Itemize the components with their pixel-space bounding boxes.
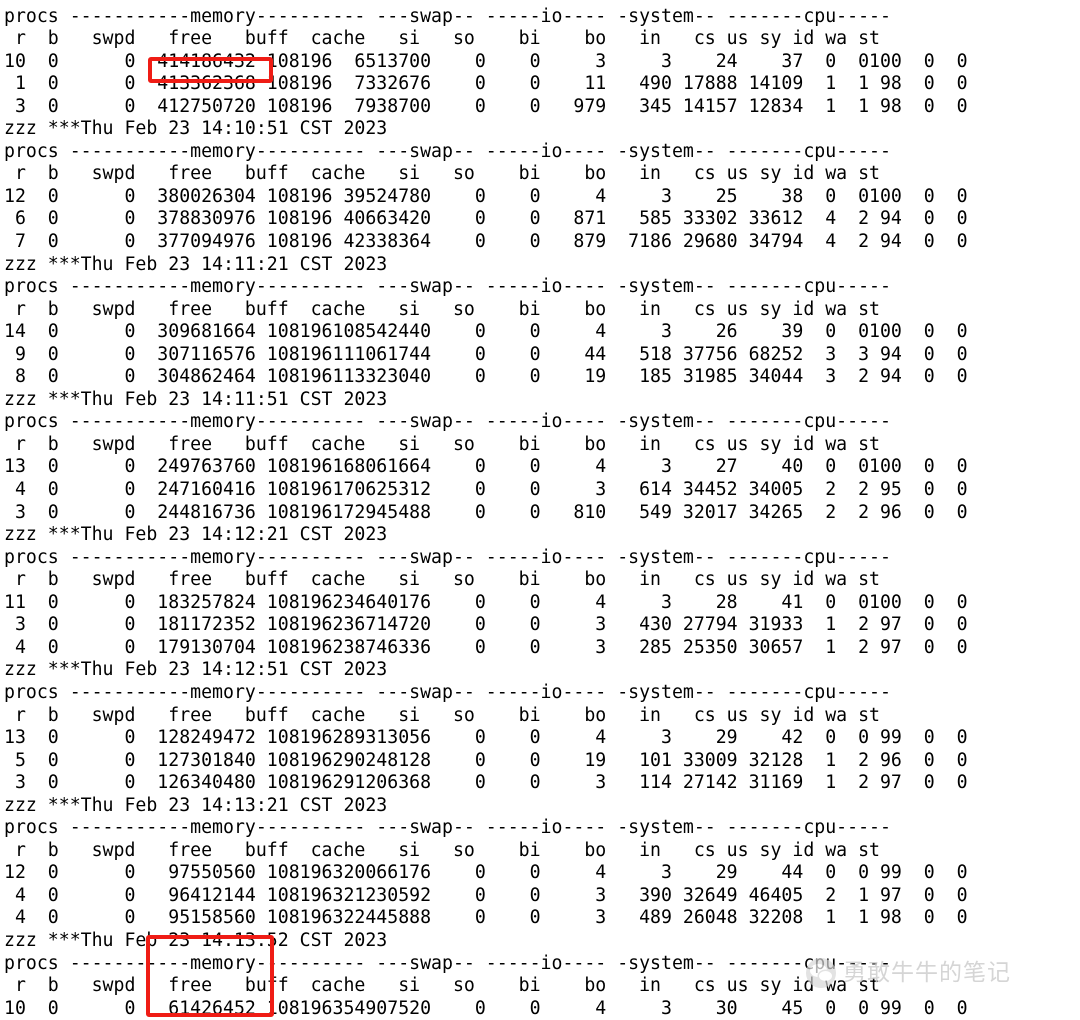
column-group-header: procs -----------memory---------- ---swa… [4,546,891,568]
column-group-header: procs -----------memory---------- ---swa… [4,5,891,27]
column-field-header: r b swpd free buff cache si so bi bo in … [4,704,880,726]
column-group-header: procs -----------memory---------- ---swa… [4,817,891,839]
vmstat-row: 3 0 0 181172352 108196236714720 0 0 3 43… [4,614,968,636]
vmstat-row: 13 0 0 128249472 108196289313056 0 0 4 3… [4,727,968,749]
vmstat-row: 4 0 0 247160416 108196170625312 0 0 3 61… [4,479,968,501]
timestamp-line: zzz ***Thu Feb 23 14:12:51 CST 2023 [4,659,388,681]
vmstat-row: 4 0 0 96412144 108196321230592 0 0 3 390… [4,884,968,906]
column-field-header: r b swpd free buff cache si so bi bo in … [4,28,880,50]
timestamp-line: zzz ***Thu Feb 23 14:13:52 CST 2023 [4,929,388,951]
vmstat-row: 7 0 0 377094976 108196 42338364 0 0 879 … [4,231,968,253]
vmstat-row: 6 0 0 378830976 108196 40663420 0 0 871 … [4,208,968,230]
vmstat-row: 13 0 0 249763760 108196168061664 0 0 4 3… [4,456,968,478]
column-field-header: r b swpd free buff cache si so bi bo in … [4,163,880,185]
vmstat-row: 12 0 0 97550560 108196320066176 0 0 4 3 … [4,862,968,884]
vmstat-row: 10 0 0 61426452 108196354907520 0 0 4 3 … [4,997,968,1019]
column-field-header: r b swpd free buff cache si so bi bo in … [4,569,880,591]
vmstat-row: 5 0 0 127301840 108196290248128 0 0 19 1… [4,749,968,771]
vmstat-row: 4 0 0 95158560 108196322445888 0 0 3 489… [4,907,968,929]
column-group-header: procs -----------memory---------- ---swa… [4,276,891,298]
vmstat-row: 9 0 0 307116576 108196111061744 0 0 44 5… [4,343,968,365]
column-group-header: procs -----------memory---------- ---swa… [4,681,891,703]
vmstat-row: 3 0 0 244816736 108196172945488 0 0 810 … [4,501,968,523]
timestamp-line: zzz ***Thu Feb 23 14:13:21 CST 2023 [4,794,388,816]
vmstat-row: 12 0 0 380026304 108196 39524780 0 0 4 3… [4,185,968,207]
terminal-output: zzz ***Thu Feb 23 14:10:21 CST 2023procs… [4,0,968,1020]
vmstat-row: 10 0 0 414186432 108196 6513700 0 0 3 3 … [4,50,968,72]
vmstat-row: 11 0 0 183257824 108196234640176 0 0 4 3… [4,591,968,613]
timestamp-line: zzz ***Thu Feb 23 14:11:21 CST 2023 [4,253,388,275]
vmstat-row: 3 0 0 126340480 108196291206368 0 0 3 11… [4,772,968,794]
timestamp-line: zzz ***Thu Feb 23 14:10:51 CST 2023 [4,118,388,140]
vmstat-row: 1 0 0 413362368 108196 7332676 0 0 11 49… [4,73,968,95]
vmstat-row: 14 0 0 309681664 108196108542440 0 0 4 3… [4,321,968,343]
column-field-header: r b swpd free buff cache si so bi bo in … [4,975,880,997]
terminal-window[interactable]: zzz ***Thu Feb 23 14:10:21 CST 2023procs… [0,0,1080,1020]
timestamp-line: zzz ***Thu Feb 23 14:11:51 CST 2023 [4,388,388,410]
timestamp-line: zzz ***Thu Feb 23 14:12:21 CST 2023 [4,524,388,546]
column-group-header: procs -----------memory---------- ---swa… [4,952,891,974]
vmstat-row: 8 0 0 304862464 108196113323040 0 0 19 1… [4,366,968,388]
column-group-header: procs -----------memory---------- ---swa… [4,140,891,162]
vmstat-row: 4 0 0 179130704 108196238746336 0 0 3 28… [4,636,968,658]
column-field-header: r b swpd free buff cache si so bi bo in … [4,298,880,320]
vmstat-row: 3 0 0 412750720 108196 7938700 0 0 979 3… [4,95,968,117]
column-field-header: r b swpd free buff cache si so bi bo in … [4,839,880,861]
column-field-header: r b swpd free buff cache si so bi bo in … [4,433,880,455]
column-group-header: procs -----------memory---------- ---swa… [4,411,891,433]
